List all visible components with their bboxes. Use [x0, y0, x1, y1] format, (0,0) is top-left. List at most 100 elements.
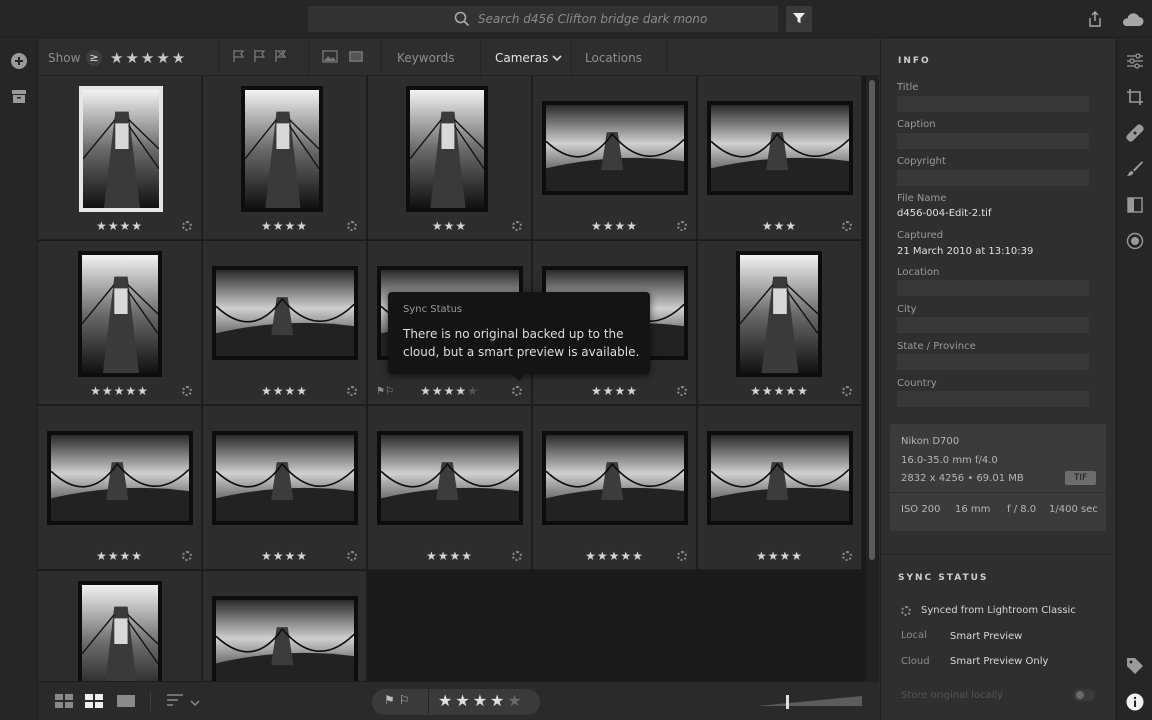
video-icon[interactable] — [348, 50, 364, 66]
brush-icon[interactable] — [1123, 157, 1147, 181]
search-bar[interactable] — [308, 6, 778, 32]
sync-status-icon[interactable] — [347, 221, 357, 231]
keywords-filter[interactable]: Keywords — [397, 39, 455, 76]
share-icon[interactable] — [1084, 8, 1106, 30]
photo-cell[interactable] — [38, 571, 202, 681]
photo-cell[interactable]: ★★★★★ — [533, 406, 697, 570]
rate-flag-pill[interactable]: ⚑ ⚐ ★★★★★ — [372, 689, 540, 715]
photo-cell[interactable]: ★★★★ — [698, 406, 862, 570]
photo-cell[interactable] — [203, 571, 367, 681]
keyword-tag-icon[interactable] — [1123, 654, 1147, 678]
photo-thumbnail[interactable] — [707, 431, 853, 525]
grid-scrollbar[interactable] — [866, 76, 879, 681]
store-original-toggle[interactable] — [1073, 689, 1095, 701]
media-type-filter[interactable] — [322, 39, 364, 76]
photo-thumbnail[interactable] — [47, 431, 193, 525]
country-label: Country — [897, 378, 937, 389]
rating-filter-stars[interactable]: ★★★★★ — [110, 39, 187, 76]
location-field[interactable] — [897, 280, 1089, 296]
rating-stars[interactable]: ★★★★★ — [438, 691, 525, 710]
location-label: Location — [897, 267, 940, 278]
sync-status-icon[interactable] — [512, 386, 522, 396]
title-field[interactable] — [897, 96, 1089, 112]
radial-gradient-icon[interactable] — [1123, 229, 1147, 253]
state-label: State / Province — [897, 341, 976, 352]
edit-sliders-icon[interactable] — [1123, 49, 1147, 73]
sync-status-icon[interactable] — [677, 386, 687, 396]
rating-operator[interactable]: ≥ — [86, 39, 102, 76]
library-icon[interactable] — [9, 86, 29, 106]
stars-filled[interactable]: ★★★★ — [438, 691, 507, 710]
photo-thumbnail[interactable] — [707, 101, 853, 195]
photo-thumbnail[interactable] — [241, 86, 323, 212]
photo-icon[interactable] — [322, 49, 338, 66]
search-input[interactable] — [478, 9, 768, 29]
photo-cell[interactable]: ★★★★ — [38, 76, 202, 240]
small-grid-view-icon[interactable] — [54, 690, 74, 712]
photo-thumbnail[interactable] — [542, 431, 688, 525]
photo-cell[interactable]: ★★★★ — [533, 76, 697, 240]
star-rating: ★★★★★ — [90, 384, 149, 398]
sync-status-icon[interactable] — [677, 221, 687, 231]
photo-cell[interactable]: ★★★ — [368, 76, 532, 240]
state-field[interactable] — [897, 354, 1089, 370]
sync-status-icon[interactable] — [842, 221, 852, 231]
copyright-field[interactable] — [897, 170, 1089, 186]
stars-empty[interactable]: ★ — [507, 691, 524, 710]
photo-thumbnail[interactable] — [79, 86, 163, 212]
large-grid-view-icon[interactable] — [84, 690, 104, 712]
photo-thumbnail[interactable] — [406, 86, 488, 212]
sync-status-icon[interactable] — [347, 386, 357, 396]
crop-icon[interactable] — [1123, 85, 1147, 109]
flag-buttons[interactable]: ⚑ ⚐ — [384, 693, 409, 707]
thumbnail-size-slider[interactable] — [758, 690, 864, 712]
photo-cell[interactable]: ★★★★ — [368, 406, 532, 570]
photo-thumbnail[interactable] — [377, 431, 523, 525]
photo-cell[interactable]: ★★★★ — [203, 406, 367, 570]
sync-status-icon[interactable] — [512, 551, 522, 561]
photo-thumbnail[interactable] — [212, 266, 358, 360]
sync-status-icon[interactable] — [347, 551, 357, 561]
photo-thumbnail[interactable] — [78, 251, 162, 377]
cloud-icon[interactable] — [1119, 8, 1145, 30]
country-field[interactable] — [897, 391, 1089, 407]
photo-thumbnail[interactable] — [736, 251, 822, 377]
scroll-thumb[interactable] — [869, 80, 875, 560]
info-icon[interactable] — [1123, 690, 1147, 714]
photo-cell[interactable]: ★★★★ — [203, 241, 367, 405]
sync-status-icon[interactable] — [842, 386, 852, 396]
healing-icon[interactable] — [1123, 121, 1147, 145]
locations-filter[interactable]: Locations — [585, 39, 642, 76]
photo-cell[interactable]: ★★★★★ — [698, 241, 862, 405]
photo-cell[interactable]: ★★★★ — [203, 76, 367, 240]
sync-status-icon[interactable] — [842, 551, 852, 561]
star-rating: ★★★★ — [755, 549, 804, 563]
add-photos-icon[interactable] — [9, 51, 29, 71]
photo-cell[interactable]: ★★★★★ — [38, 241, 202, 405]
sync-status-icon[interactable] — [512, 221, 522, 231]
pick-flag-icon[interactable] — [232, 49, 247, 66]
star-rating: ★★★ — [761, 219, 798, 233]
sync-status-icon[interactable] — [677, 551, 687, 561]
photo-cell[interactable]: ★★★ — [698, 76, 862, 240]
caption-field[interactable] — [897, 133, 1089, 149]
city-label: City — [897, 304, 917, 315]
sync-status-icon[interactable] — [182, 221, 192, 231]
photo-thumbnail[interactable] — [212, 431, 358, 525]
photo-cell[interactable]: ★★★★ — [38, 406, 202, 570]
sort-menu[interactable] — [162, 690, 204, 712]
flag-filter[interactable] — [232, 39, 289, 76]
unflagged-icon[interactable] — [253, 49, 268, 66]
photo-thumbnail[interactable] — [212, 596, 358, 681]
photo-thumbnail[interactable] — [78, 581, 162, 681]
cameras-filter[interactable]: Cameras — [495, 39, 562, 76]
linear-gradient-icon[interactable] — [1123, 193, 1147, 217]
photo-thumbnail[interactable] — [542, 101, 688, 195]
sync-status-icon[interactable] — [182, 386, 192, 396]
city-field[interactable] — [897, 317, 1089, 333]
flag-icons[interactable]: ⚑⚐ — [376, 386, 394, 397]
sync-status-icon[interactable] — [182, 551, 192, 561]
filter-button[interactable] — [786, 6, 812, 32]
single-view-icon[interactable] — [116, 690, 136, 712]
reject-flag-icon[interactable] — [274, 49, 289, 66]
